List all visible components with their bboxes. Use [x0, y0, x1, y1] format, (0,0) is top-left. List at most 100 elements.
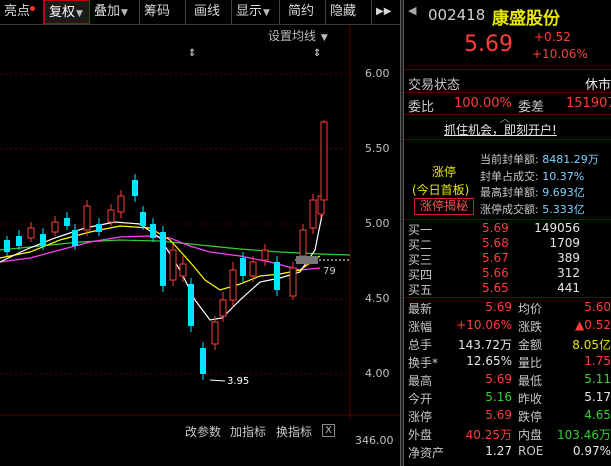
candle-body: [240, 258, 246, 276]
limit-up-tag: 涨停: [432, 165, 457, 179]
candle-body: [64, 218, 70, 226]
toolbar-hide-button[interactable]: 隐藏: [326, 0, 372, 24]
switch-indicator-button[interactable]: 换指标: [276, 423, 312, 440]
limit-up-reveal-button[interactable]: 涨停揭秘: [414, 198, 474, 215]
candle-body: [96, 224, 102, 232]
toolbar-adjust-label: 复权: [49, 5, 76, 20]
candle-body: [132, 180, 138, 196]
candle-body: [309, 199, 317, 229]
toolbar-simple-label: 简约: [288, 4, 315, 19]
close-icon[interactable]: X: [322, 424, 335, 437]
candle-body: [40, 234, 46, 246]
price-tag-box: [296, 256, 318, 264]
divider: [404, 139, 611, 140]
divider: [404, 92, 611, 93]
stat-row: 最新 5.69 均价 5.60: [408, 300, 611, 316]
trade-status-label: 交易状态: [408, 78, 461, 93]
stock-name: 康盛股份: [492, 9, 560, 29]
bid-row[interactable]: 买五 5.65 441: [404, 281, 611, 298]
candle-body: [274, 262, 280, 290]
candle-body: [107, 209, 115, 223]
toolbar-chips-label: 筹码: [144, 4, 171, 19]
notification-dot-icon: [30, 6, 36, 11]
y-tick-label: 6.00: [365, 67, 390, 80]
candle-body: [150, 224, 156, 238]
dropdown-arrow-icon: ▼: [121, 8, 128, 18]
stat-row: 净资产 1.27 ROE 0.97%: [408, 444, 611, 460]
seal-stat-value: 5.333亿: [542, 202, 585, 216]
low-marker-arrow: [209, 379, 226, 382]
event-marker-icon[interactable]: ⇕: [313, 48, 321, 59]
seal-stat-label: 当前封单额:: [480, 153, 539, 166]
candle-body: [4, 240, 10, 252]
panel-arrow-icon[interactable]: ◀: [408, 4, 416, 17]
candle-body: [16, 236, 22, 246]
stat-row: 涨停 5.69 跌停 4.65: [408, 408, 611, 424]
toolbar-adjust-button[interactable]: 复权▼: [44, 0, 90, 24]
add-indicator-button[interactable]: 加指标: [230, 423, 266, 440]
low-marker-label: 3.95: [227, 376, 249, 387]
candlesticks: [4, 120, 328, 380]
candle-body: [160, 232, 166, 286]
ma-settings-link[interactable]: 设置均线 ▼: [268, 27, 328, 44]
toolbar-draw-label: 画线: [194, 4, 221, 19]
candle-body: [200, 348, 206, 374]
kline-chart[interactable]: ⇕ ⇕ 79 3.95: [0, 25, 400, 445]
chart-toolbar: 亮点 复权▼ 叠加▼ 筹码 画线 显示▼ 简约 隐藏 ▶▶: [0, 0, 400, 25]
stock-code: 002418: [428, 6, 486, 24]
stat-row: 最高 5.69 最低 5.11: [408, 372, 611, 388]
stat-row: 今开 5.16 昨收 5.17: [408, 390, 611, 406]
price-tag-label: 79: [323, 266, 336, 277]
stat-row: 涨幅 +10.06% 涨跌 ▲0.52: [408, 318, 611, 334]
event-marker-icon[interactable]: ⇕: [188, 48, 196, 59]
dropdown-arrow-icon: ▼: [76, 9, 83, 19]
stat-row: 换手* 12.65% 量比 1.75: [408, 354, 611, 370]
candle-body: [169, 249, 177, 281]
seal-stat-value: 8481.29万: [542, 153, 599, 166]
y-tick-label: 4.50: [365, 292, 390, 305]
y-tick-label: 5.00: [365, 217, 390, 230]
candle-body: [117, 195, 125, 213]
seal-stat-label: 最高封单额:: [480, 186, 539, 199]
seal-stat-label: 涨停成交额:: [480, 202, 539, 216]
double-chevron-right-icon[interactable]: ▶▶: [372, 0, 400, 24]
trade-status-value: 休市: [585, 78, 611, 93]
seal-stat-value: 9.693亿: [542, 186, 585, 199]
seal-stat-label: 封单占成交:: [480, 169, 539, 183]
candle-body: [188, 284, 194, 326]
y-tick-label: 5.50: [365, 142, 390, 155]
toolbar-overlay-button[interactable]: 叠加▼: [90, 0, 140, 24]
toolbar-display-label: 显示: [236, 4, 263, 19]
seal-stats: 当前封单额: 8481.29万 封单占成交: 10.37% 最高封单额: 9.6…: [480, 152, 599, 218]
divider: [404, 297, 611, 298]
candle-body: [72, 230, 78, 246]
toolbar-display-button[interactable]: 显示▼: [232, 0, 280, 24]
bid-ratio-label: 委比: [408, 100, 435, 115]
candle-body: [249, 261, 257, 277]
candle-body: [219, 299, 227, 317]
toolbar-overlay-label: 叠加: [94, 4, 121, 19]
change-params-button[interactable]: 改参数: [185, 423, 221, 440]
toolbar-highlights-button[interactable]: 亮点: [0, 0, 44, 24]
open-account-link[interactable]: 抓住机会，即刻开户!: [444, 121, 557, 138]
toolbar-chips-button[interactable]: 筹码: [140, 0, 186, 24]
toolbar-simple-button[interactable]: 简约: [280, 0, 326, 24]
price-change-percent: +10.06%: [532, 47, 588, 61]
quote-panel: ◀ 002418 康盛股份 5.69 +0.52 +10.06% 交易状态 休市…: [404, 0, 611, 466]
candle-body: [289, 267, 297, 297]
current-price: 5.69: [464, 32, 513, 57]
candle-body: [27, 227, 35, 239]
bid-diff-value: 151907: [566, 96, 611, 111]
candle-body: [229, 269, 237, 301]
bid-ratio-value: 100.00%: [454, 96, 512, 111]
dropdown-arrow-icon: ▼: [263, 8, 270, 18]
seal-stat-value: 10.37%: [542, 169, 585, 183]
bid-diff-label: 委差: [518, 100, 545, 115]
volume-axis-label: 346.00: [355, 434, 394, 447]
stat-row: 外盘 40.25万 内盘 103.46万: [408, 428, 611, 442]
toolbar-draw-button[interactable]: 画线: [186, 0, 232, 24]
candle-body: [211, 321, 219, 345]
divider: [404, 69, 611, 70]
candle-body: [83, 205, 91, 231]
toolbar-hide-label: 隐藏: [330, 4, 357, 19]
